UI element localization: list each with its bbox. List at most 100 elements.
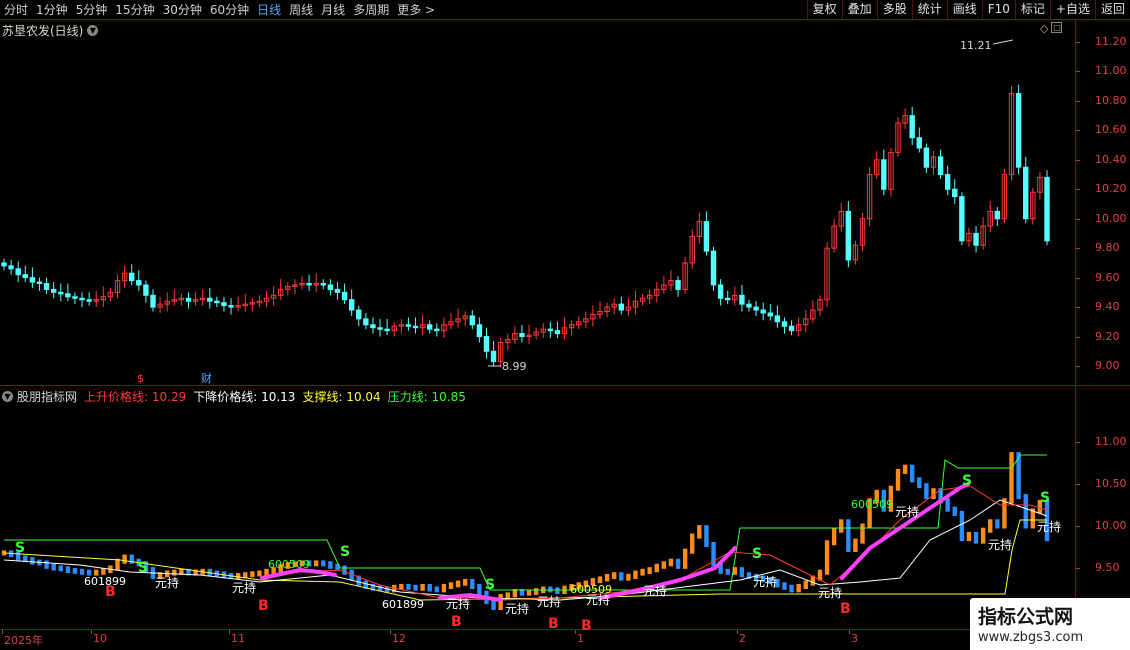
candle-body bbox=[519, 333, 525, 338]
indicator-bar bbox=[853, 538, 858, 553]
candle-body bbox=[774, 315, 781, 323]
chart-canvas[interactable]: 11.218.99$ 财SSSSSSSBBB B BB元持 元持元持 元持 元持 元持元持元持… bbox=[0, 0, 1075, 630]
watermark-url: www.zbgs3.com bbox=[978, 630, 1084, 645]
indicator-bar bbox=[924, 483, 929, 500]
sell-signal: S bbox=[752, 546, 762, 562]
candle-body bbox=[427, 324, 433, 330]
indicator-bar bbox=[633, 570, 638, 579]
candle-body bbox=[370, 324, 376, 329]
candle-body bbox=[959, 196, 965, 242]
stock-code-label: 601899 bbox=[382, 598, 424, 611]
indicator-bar bbox=[420, 583, 425, 591]
candle-body bbox=[143, 284, 149, 296]
indicator-bar bbox=[470, 578, 475, 589]
indicator-bar bbox=[505, 592, 510, 600]
hold-label: 元持 bbox=[232, 580, 256, 595]
y-tick-label: 10.00 bbox=[1095, 519, 1127, 532]
y-tick-label: 9.00 bbox=[1095, 359, 1120, 372]
candle-body bbox=[547, 328, 554, 332]
candle-body bbox=[739, 294, 745, 305]
y-axis-separator bbox=[1075, 20, 1076, 630]
indicator-bar bbox=[30, 557, 35, 565]
candle-body bbox=[753, 306, 759, 311]
candle-body bbox=[320, 283, 326, 286]
indicator-bar bbox=[498, 594, 503, 610]
candle-body bbox=[703, 221, 710, 252]
indicator-bar bbox=[980, 527, 986, 544]
candle-body bbox=[1, 262, 7, 267]
candle-body bbox=[881, 159, 887, 190]
candle-body bbox=[845, 210, 852, 261]
toolbar-button[interactable]: 返回 bbox=[1094, 0, 1130, 19]
finance-marker: 财 bbox=[201, 371, 212, 385]
indicator-bar bbox=[725, 568, 730, 575]
hold-label: 元持 bbox=[753, 574, 777, 589]
pressure-line bbox=[4, 454, 1047, 591]
watermark-title: 指标公式网 bbox=[978, 606, 1074, 628]
watermark: 指标公式网 www.zbgs3.com bbox=[970, 598, 1130, 650]
y-tick-label: 10.40 bbox=[1095, 152, 1127, 166]
y-tick-mark bbox=[1075, 526, 1080, 527]
y-tick-label: 11.20 bbox=[1095, 35, 1127, 48]
low-price-label: 8.99 bbox=[502, 360, 527, 373]
y-tick-mark bbox=[1075, 130, 1080, 132]
stock-code-label: 600509 bbox=[268, 558, 310, 571]
y-tick-mark bbox=[1075, 568, 1080, 569]
indicator-bar bbox=[413, 584, 418, 591]
indicator-bar bbox=[1002, 498, 1007, 529]
candle-body bbox=[476, 324, 483, 338]
x-axis-tick bbox=[229, 630, 230, 634]
hold-label: 元持 bbox=[446, 596, 470, 611]
indicator-bar bbox=[647, 567, 652, 574]
candle-body bbox=[1015, 93, 1022, 168]
hold-label: 元持 bbox=[818, 585, 842, 600]
indicator-bar bbox=[796, 583, 801, 593]
candle-body bbox=[22, 274, 28, 279]
candle-body bbox=[916, 137, 922, 149]
indicator-bar bbox=[640, 568, 645, 576]
indicator-bar bbox=[441, 583, 447, 593]
indicator-bar bbox=[782, 582, 787, 590]
candle-body bbox=[334, 288, 341, 293]
hold-label: 元持 bbox=[643, 583, 667, 598]
indicator-bar bbox=[604, 573, 610, 582]
candle-body bbox=[944, 174, 951, 190]
high-price-arrow bbox=[992, 39, 1014, 45]
indicator-bar bbox=[739, 567, 745, 578]
indicator-bar bbox=[321, 560, 326, 567]
y-tick-mark bbox=[1075, 484, 1080, 485]
candle-body bbox=[363, 318, 369, 326]
candle-body bbox=[185, 297, 192, 302]
indicator-bar bbox=[526, 589, 532, 596]
candle-body bbox=[490, 350, 497, 363]
indicator-bar bbox=[682, 548, 688, 569]
candle-body bbox=[973, 232, 979, 246]
candle-body bbox=[221, 302, 227, 307]
candle-body bbox=[86, 299, 92, 302]
indicator-bar bbox=[945, 498, 950, 512]
indicator-bar bbox=[803, 580, 808, 589]
hold-label: 元持 bbox=[895, 504, 919, 519]
candle-body bbox=[717, 284, 724, 299]
indicator-bar bbox=[257, 570, 262, 577]
indicator-bar bbox=[973, 531, 979, 544]
y-tick-label: 9.60 bbox=[1095, 270, 1120, 284]
indicator-bar bbox=[711, 541, 716, 567]
indicator-bar bbox=[533, 588, 539, 595]
indicator-bar bbox=[342, 565, 347, 575]
y-tick-mark bbox=[1075, 248, 1080, 250]
y-tick-mark bbox=[1075, 307, 1080, 309]
indicator-bar bbox=[250, 571, 255, 578]
candle-body bbox=[207, 297, 213, 302]
indicator-bar bbox=[626, 573, 631, 581]
hold-label: 元持 bbox=[155, 575, 179, 590]
candle-body bbox=[760, 309, 766, 314]
candle-body bbox=[405, 324, 412, 327]
candle-body bbox=[327, 284, 334, 290]
indicator-bar bbox=[909, 464, 915, 483]
y-tick-label: 10.50 bbox=[1095, 477, 1127, 490]
buy-signal: B bbox=[581, 618, 592, 630]
candle-body bbox=[129, 272, 135, 282]
sell-signal: S bbox=[485, 577, 495, 593]
candle-body bbox=[923, 147, 930, 168]
